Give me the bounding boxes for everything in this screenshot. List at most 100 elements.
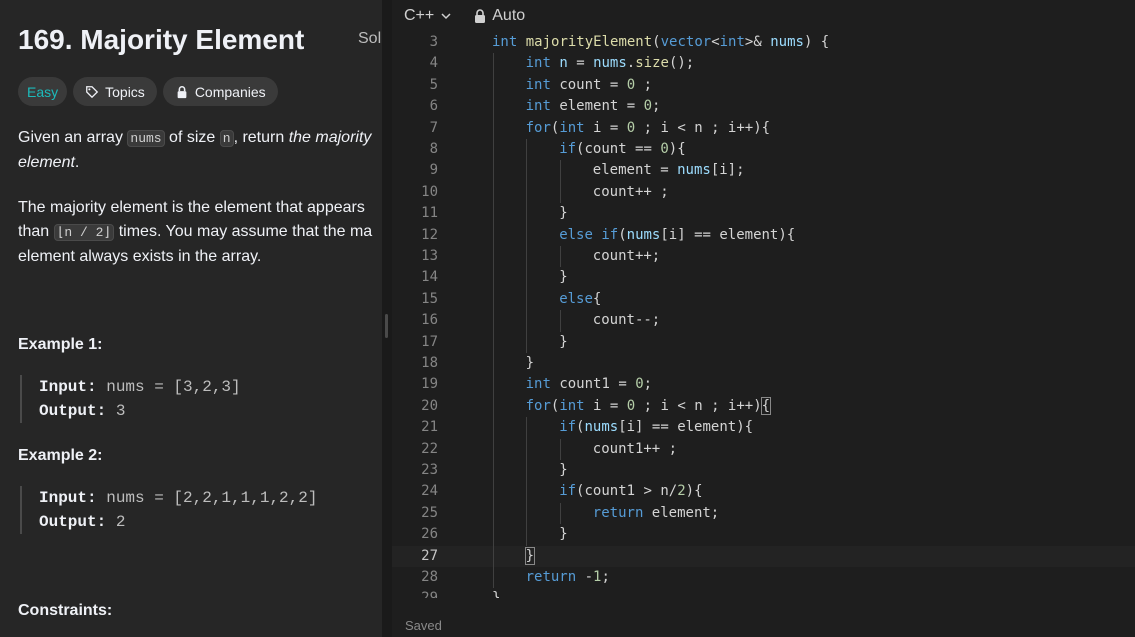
code-text: int count = 0 ; xyxy=(525,76,653,93)
desc-text: than xyxy=(18,223,54,240)
line-number: 24 xyxy=(421,483,438,500)
indent-guide xyxy=(559,160,561,182)
code-line[interactable]: 25 return element; xyxy=(392,502,1135,525)
code-text: } xyxy=(559,462,568,478)
example-1-heading: Example 1: xyxy=(18,336,103,353)
indent-guide xyxy=(526,139,528,161)
auto-mode-label: Auto xyxy=(492,7,526,24)
code-line[interactable]: 28 return -1; xyxy=(392,567,1135,589)
tab-solutions[interactable]: Sol xyxy=(358,30,381,48)
code-line[interactable]: 17} xyxy=(392,331,1135,353)
code-line[interactable]: 11} xyxy=(392,203,1135,225)
indent-guide xyxy=(492,181,494,204)
line-number: 27 xyxy=(421,547,438,564)
inline-code-floor: ⌊n / 2⌋ xyxy=(53,224,115,241)
code-line[interactable]: 19 int count1 = 0; xyxy=(392,374,1135,396)
code-line[interactable]: 4 int n = nums.size(); xyxy=(392,53,1135,75)
line-number: 23 xyxy=(421,462,438,478)
code-text: int element = 0; xyxy=(525,98,661,115)
indent-guide xyxy=(492,545,494,567)
desc-emphasis: the majority xyxy=(288,129,372,146)
indent-guide xyxy=(492,267,494,289)
code-area[interactable]: 3 int majorityElement(vector<int>& nums) … xyxy=(392,32,1135,598)
code-text: for(int i = 0 ; i < n ; i++){ xyxy=(525,119,771,136)
line-number: 25 xyxy=(421,504,438,521)
indent-guide xyxy=(492,460,494,482)
inline-code-n: n xyxy=(219,130,234,147)
output-label: Output: xyxy=(39,513,107,531)
code-text: } xyxy=(559,205,568,222)
code-line[interactable]: 16 count--; xyxy=(392,310,1135,332)
code-line[interactable]: 23} xyxy=(392,460,1135,482)
indent-guide xyxy=(492,438,494,460)
indent-guide xyxy=(526,246,528,268)
line-number: 8 xyxy=(429,141,438,157)
indent-guide xyxy=(559,438,561,460)
code-line[interactable]: 3 int majorityElement(vector<int>& nums) … xyxy=(392,32,1135,53)
code-line[interactable]: 24 if(count1 > n/2){ xyxy=(392,481,1135,503)
line-number: 13 xyxy=(421,248,438,264)
indent-guide xyxy=(492,417,494,439)
code-line[interactable]: 9 element = nums[i]; xyxy=(392,160,1135,182)
code-editor-panel: C++ Auto 3 int majorityElement(vector<int… xyxy=(392,0,1135,637)
indent-guide xyxy=(492,331,494,353)
indent-guide xyxy=(492,96,494,118)
code-line[interactable]: 6 int element = 0; xyxy=(392,96,1135,118)
input-value: nums = [2,2,1,1,1,2,2] xyxy=(96,489,318,507)
inline-code-nums: nums xyxy=(127,130,165,147)
indent-guide xyxy=(492,203,494,225)
code-text: if(nums[i] == element){ xyxy=(559,419,754,436)
desc-text: of size xyxy=(164,129,220,146)
code-line[interactable]: 12 else if(nums[i] == element){ xyxy=(392,224,1135,246)
tag-icon xyxy=(86,85,99,98)
indent-guide xyxy=(526,160,528,182)
companies-button[interactable]: Companies xyxy=(162,77,278,106)
indent-guide xyxy=(526,460,528,482)
code-line[interactable]: 22 count1++ ; xyxy=(392,438,1135,460)
code-line[interactable]: 8 if(count == 0){ xyxy=(392,139,1135,161)
code-line[interactable]: 18} xyxy=(392,353,1135,375)
example-2-block: Input: nums = [2,2,1,1,1,2,2] Output: 2 xyxy=(20,486,379,534)
code-line[interactable]: 7 for(int i = 0 ; i < n ; i++){ xyxy=(392,117,1135,139)
code-text: } xyxy=(525,355,535,371)
line-number: 7 xyxy=(429,119,438,136)
indent-guide xyxy=(492,481,494,503)
desc-text: times. You may assume that the ma xyxy=(114,223,373,240)
input-value: nums = [3,2,3] xyxy=(96,378,241,396)
code-line[interactable]: 20 for(int i = 0 ; i < n ; i++){ xyxy=(392,395,1135,418)
code-line[interactable]: 13 count++; xyxy=(392,246,1135,268)
panel-splitter[interactable] xyxy=(382,0,392,637)
code-line[interactable]: 29} xyxy=(392,588,1135,598)
indent-guide xyxy=(526,267,528,289)
code-line[interactable]: 10 count++ ; xyxy=(392,181,1135,204)
code-line[interactable]: 27} xyxy=(392,545,1135,567)
topics-button[interactable]: Topics xyxy=(73,77,157,106)
indent-guide xyxy=(492,74,494,97)
problem-title[interactable]: 169. Majority Element xyxy=(18,24,304,56)
code-text: } xyxy=(524,546,536,565)
indent-guide xyxy=(492,374,494,396)
code-text: else if(nums[i] == element){ xyxy=(559,226,796,243)
code-text: int majorityElement(vector<int>& nums) { xyxy=(492,34,830,50)
code-line[interactable]: 5 int count = 0 ; xyxy=(392,74,1135,97)
code-line[interactable]: 15 else{ xyxy=(392,288,1135,311)
code-line[interactable]: 14} xyxy=(392,267,1135,289)
example-2-heading: Example 2: xyxy=(18,447,103,464)
code-text: return -1; xyxy=(525,569,610,585)
desc-text: . xyxy=(74,154,80,171)
code-text: for(int i = 0 ; i < n ; i++){ xyxy=(525,396,772,415)
code-text: else{ xyxy=(559,290,602,307)
indent-guide xyxy=(492,567,494,589)
desc-text: The majority element is the element that… xyxy=(18,199,365,216)
auto-mode-toggle[interactable]: Auto xyxy=(474,7,525,25)
code-line[interactable]: 21 if(nums[i] == element){ xyxy=(392,417,1135,439)
indent-guide xyxy=(526,438,528,460)
splitter-grip[interactable] xyxy=(385,314,388,338)
output-label: Output: xyxy=(39,402,107,420)
indent-guide xyxy=(526,481,528,503)
editor-toolbar: C++ Auto xyxy=(392,0,1135,32)
language-select[interactable]: C++ xyxy=(404,7,452,25)
code-line[interactable]: 26} xyxy=(392,524,1135,546)
line-number: 22 xyxy=(421,440,438,457)
line-number: 9 xyxy=(429,162,438,179)
